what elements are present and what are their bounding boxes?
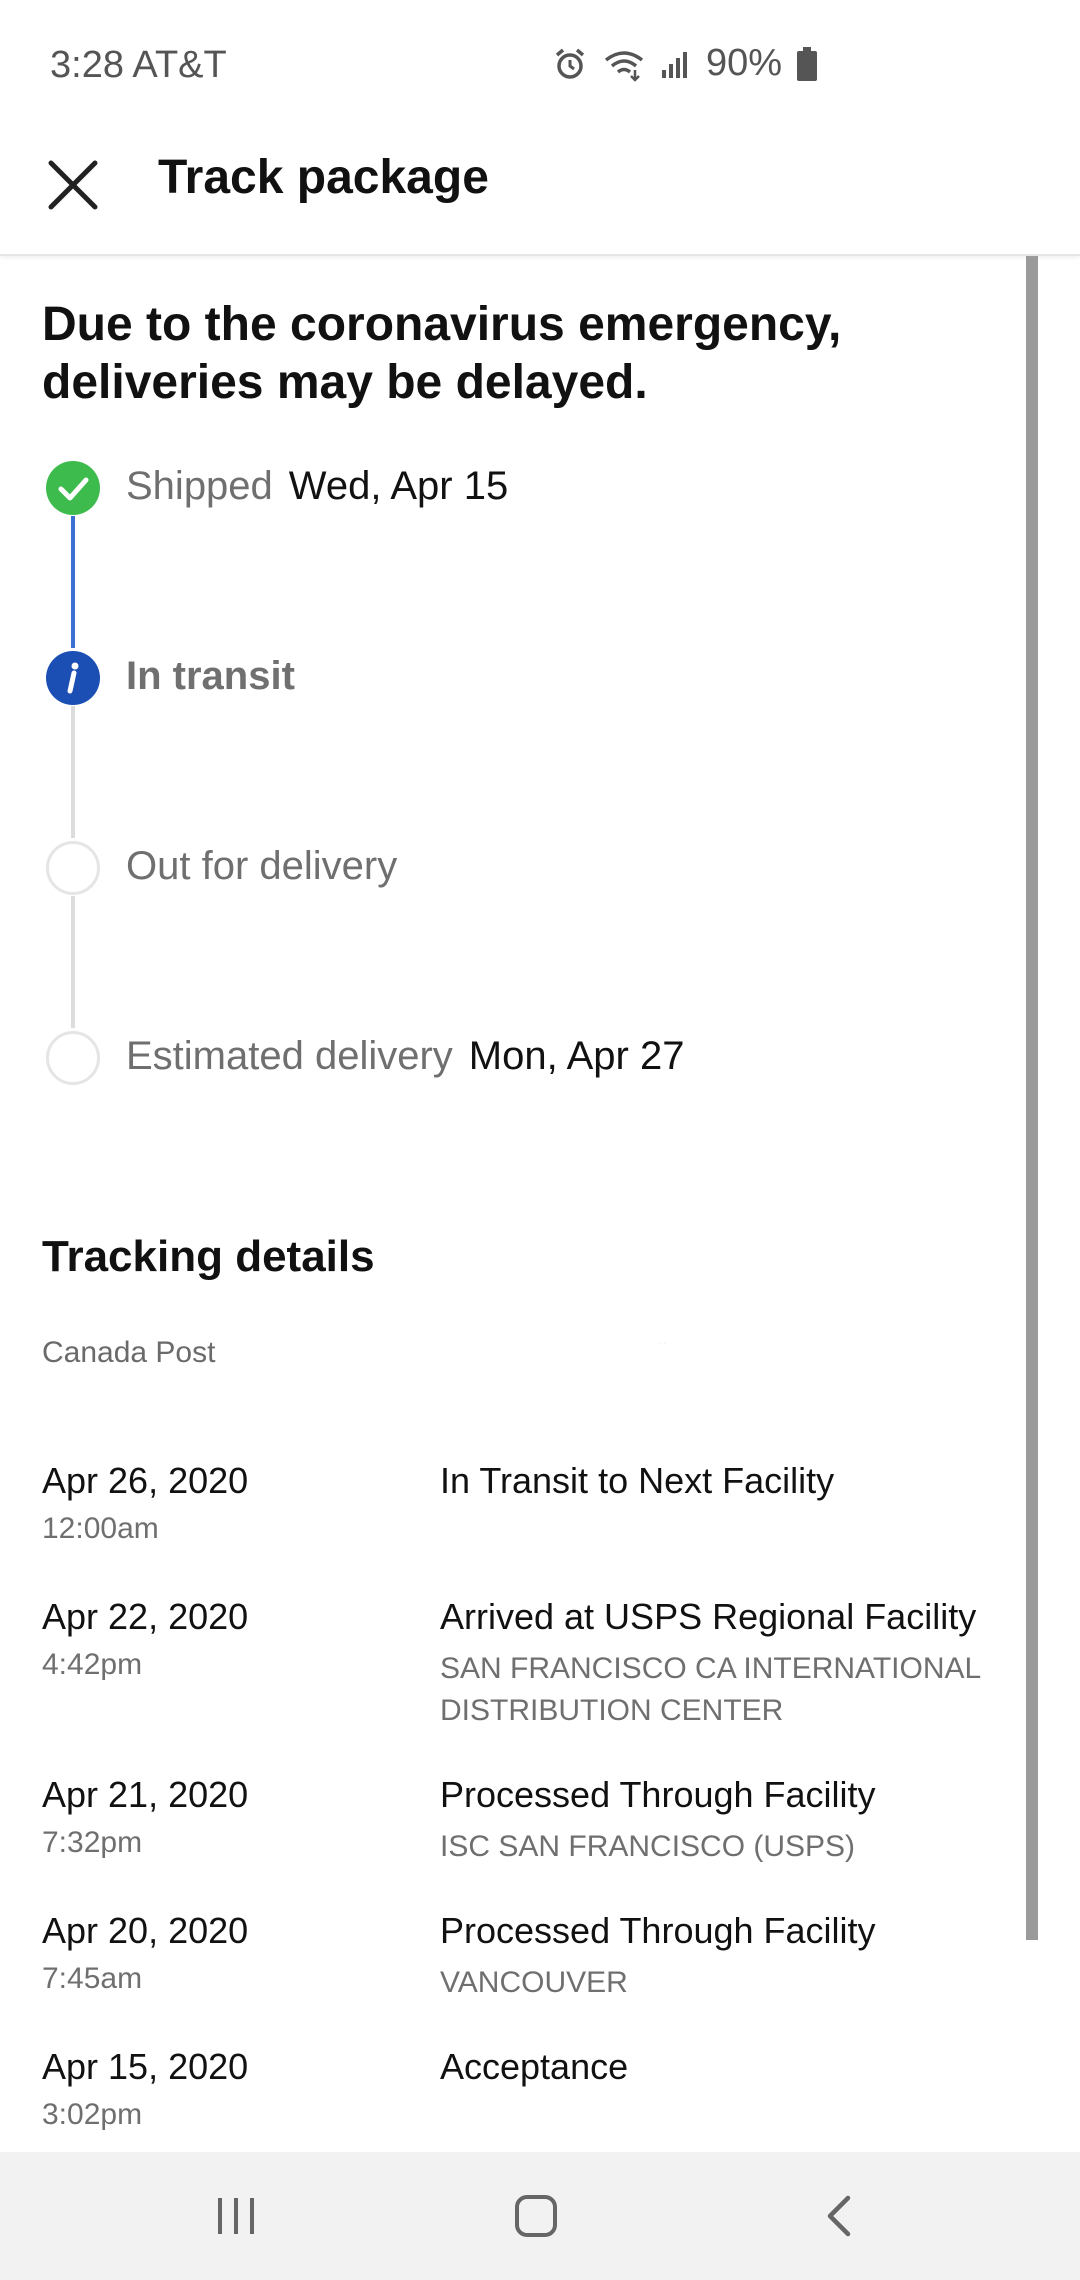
event-time: 7:45am <box>42 1962 143 1995</box>
tracking-details-title: Tracking details <box>42 1232 375 1281</box>
event-time: 4:42pm <box>42 1648 143 1681</box>
info-icon <box>46 651 100 705</box>
event-time: 3:02pm <box>42 2098 143 2131</box>
event-location: SAN FRANCISCO CA INTERNATIONAL DISTRIBUT… <box>440 1652 981 1727</box>
event-time: 7:32pm <box>42 1826 143 1859</box>
carrier-name: Canada Post <box>42 1336 216 1369</box>
event-location: VANCOUVER <box>440 1966 628 1999</box>
home-icon[interactable] <box>506 2186 566 2246</box>
tracking-event-row: Apr 20, 2020 7:45am Processed Through Fa… <box>0 1910 1080 2046</box>
timeline-step-label: In transit <box>126 654 295 698</box>
status-bar: 3:28 AT&T 90% <box>0 0 1080 130</box>
timeline-step-label: Estimated delivery <box>126 1034 453 1078</box>
battery-percent: 90% <box>705 42 782 84</box>
timeline-connector <box>71 896 75 1028</box>
event-date: Apr 26, 2020 <box>42 1460 249 1501</box>
status-time-carrier: 3:28 AT&T <box>50 44 227 86</box>
event-date: Apr 21, 2020 <box>42 1774 249 1815</box>
signal-icon <box>660 48 692 80</box>
timeline-step-label: Out for delivery <box>126 844 398 888</box>
wifi-icon <box>602 46 646 82</box>
track-package-screen: 3:28 AT&T 90% Track package Due to the c… <box>0 0 1080 2280</box>
status-icons: 90% <box>552 42 818 85</box>
event-status: Arrived at USPS Regional Facility <box>440 1596 977 1637</box>
event-date: Apr 20, 2020 <box>42 1910 249 1951</box>
pending-dot-icon <box>46 1031 100 1085</box>
tracking-event-row: Apr 21, 2020 7:32pm Processed Through Fa… <box>0 1774 1080 1910</box>
timeline-step-date: Mon, Apr 27 <box>468 1034 685 1078</box>
timeline-step-in-transit: In transit <box>126 654 295 699</box>
event-date: Apr 22, 2020 <box>42 1596 249 1637</box>
timeline-connector <box>71 706 75 838</box>
tracking-event-row: Apr 26, 2020 12:00am In Transit to Next … <box>0 1460 1080 1596</box>
delay-notice: Due to the coronavirus emergency, delive… <box>42 298 842 409</box>
timeline-step-estimated-delivery: Estimated delivery Mon, Apr 27 <box>126 1034 684 1079</box>
event-status: Processed Through Facility <box>440 1910 876 1951</box>
page-title: Track package <box>158 151 489 204</box>
system-nav-bar <box>0 2152 1080 2280</box>
close-icon[interactable] <box>40 152 106 218</box>
event-status: In Transit to Next Facility <box>440 1460 835 1501</box>
alarm-icon <box>552 46 588 82</box>
timeline-step-out-for-delivery: Out for delivery <box>126 844 397 889</box>
tracking-event-row: Apr 22, 2020 4:42pm Arrived at USPS Regi… <box>0 1596 1080 1774</box>
event-date: Apr 15, 2020 <box>42 2046 249 2087</box>
battery-icon <box>796 46 818 81</box>
tracking-number[interactable]: . . <box>660 1340 665 1346</box>
timeline-step-label: Shipped <box>126 464 273 508</box>
event-status: Processed Through Facility <box>440 1774 876 1815</box>
event-location: ISC SAN FRANCISCO (USPS) <box>440 1830 856 1863</box>
check-icon <box>46 461 100 515</box>
timeline-step-shipped: Shipped Wed, Apr 15 <box>126 464 508 509</box>
pending-dot-icon <box>46 841 100 895</box>
timeline-step-date: Wed, Apr 15 <box>288 464 509 508</box>
tracking-event-row: Apr 15, 2020 3:02pm Acceptance <box>0 2046 1080 2156</box>
timeline-connector-active <box>71 516 75 648</box>
back-icon[interactable] <box>810 2186 870 2246</box>
app-bar: Track package <box>0 130 1080 256</box>
recent-apps-icon[interactable] <box>206 2186 266 2246</box>
event-time: 12:00am <box>42 1512 159 1545</box>
tracking-events-list: Apr 26, 2020 12:00am In Transit to Next … <box>0 1460 1080 2156</box>
event-status: Acceptance <box>440 2046 629 2087</box>
